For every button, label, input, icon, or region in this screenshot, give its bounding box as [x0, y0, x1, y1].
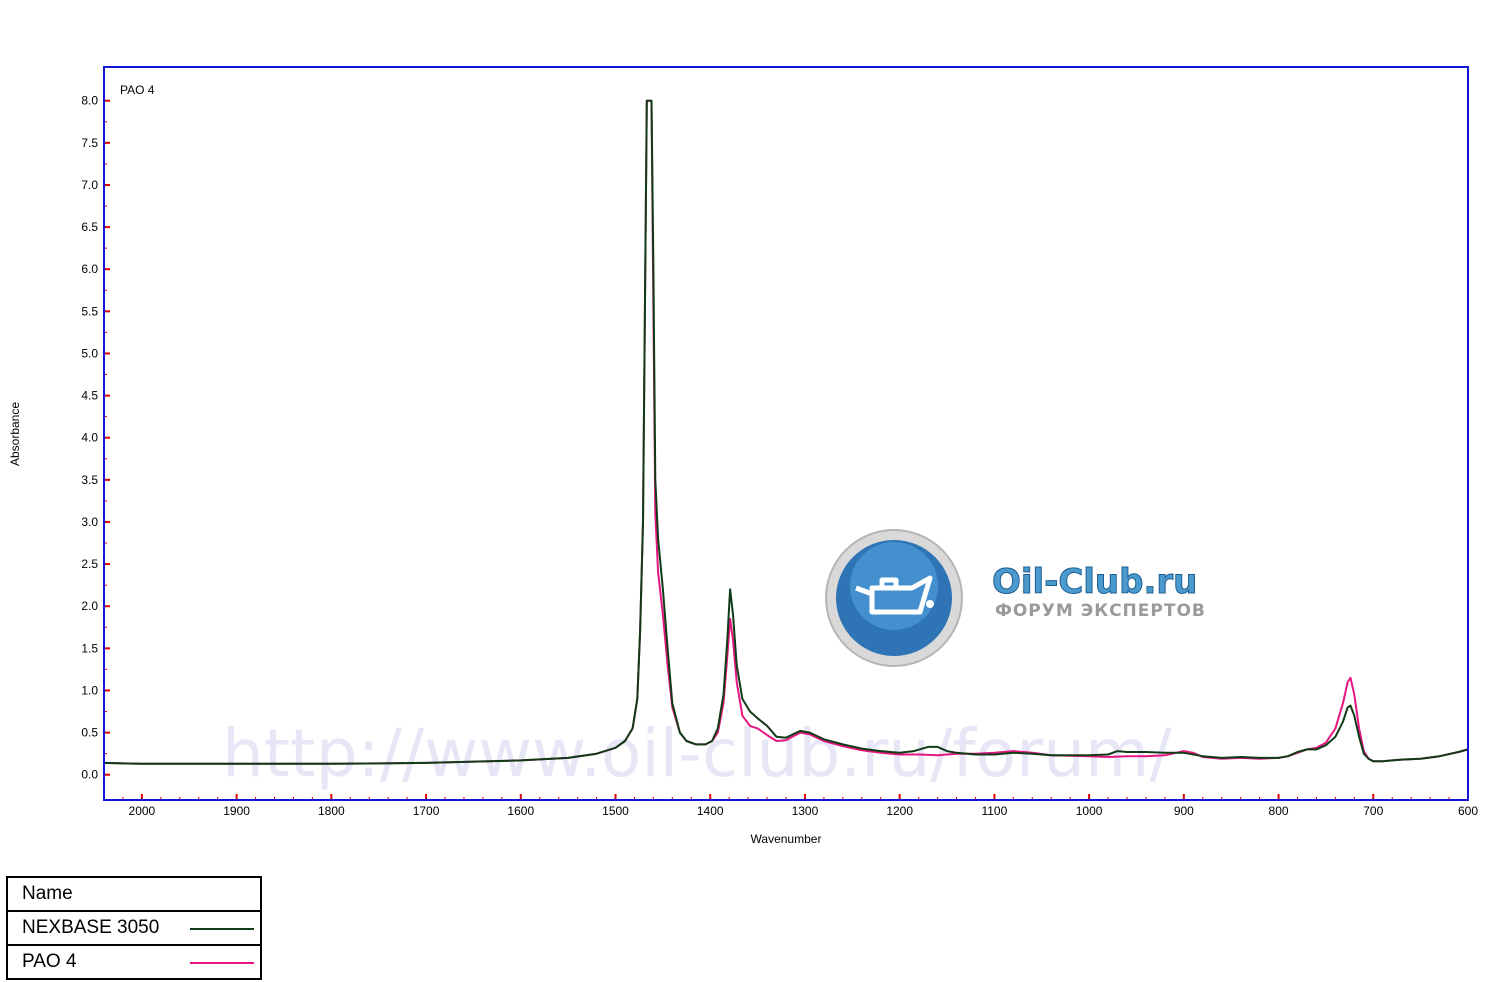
legend-swatch-nexbase: [190, 928, 254, 930]
x-tick-label: 900: [1174, 804, 1194, 818]
legend: Name NEXBASE 3050 PAO 4: [6, 876, 262, 980]
legend-item-label: PAO 4: [22, 951, 77, 972]
y-axis-title: Absorbance: [8, 402, 22, 466]
y-tick-label: 0.0: [81, 768, 98, 782]
plot-label: PAO 4: [120, 83, 155, 97]
legend-item-pao: PAO 4: [8, 944, 260, 978]
y-tick-label: 7.5: [81, 136, 98, 150]
y-tick-label: 2.0: [81, 599, 98, 613]
series-line-nexbase-3050: [103, 99, 1469, 765]
x-tick-label: 1400: [697, 804, 724, 818]
watermark-logo: [825, 529, 963, 667]
axes: 0.0 0.5 1.0 1.5 2.0 2.5 3.0 3.5 4.0 4.5 5.0 5.5 6.0 6…: [81, 94, 1478, 818]
y-tick-label: 7.0: [81, 178, 98, 192]
y-tick-label: 8.0: [81, 94, 98, 108]
legend-header-label: Name: [22, 883, 73, 904]
x-tick-label: 2000: [129, 804, 156, 818]
y-tick-label: 6.0: [81, 262, 98, 276]
y-tick-label: 6.5: [81, 220, 98, 234]
series-line-pao-4: [103, 99, 1469, 765]
x-tick-label: 1600: [507, 804, 534, 818]
legend-item-label: NEXBASE 3050: [22, 917, 160, 938]
legend-item-nexbase: NEXBASE 3050: [8, 910, 260, 944]
x-tick-label: 1000: [1076, 804, 1103, 818]
x-tick-label: 700: [1363, 804, 1383, 818]
x-tick-label: 1500: [602, 804, 629, 818]
plot-frame: [103, 66, 1469, 801]
y-tick-label: 1.5: [81, 641, 98, 655]
chart: http://www.oil-club.ru/forum/ 0.00.51.01…: [8, 66, 1478, 846]
legend-header: Name: [8, 878, 260, 910]
y-tick-label: 3.5: [81, 473, 98, 487]
x-tick-label: 1100: [981, 804, 1007, 818]
series-layer: [103, 99, 1469, 765]
y-tick-label: 1.0: [81, 683, 98, 697]
x-axis-title: Wavenumber: [751, 832, 822, 846]
watermark-title: Oil-Club.ru: [992, 562, 1197, 602]
y-tick-label: 5.0: [81, 346, 98, 360]
y-tick-label: 5.5: [81, 304, 98, 318]
x-tick-label: 800: [1269, 804, 1289, 818]
x-tick-label: 1200: [886, 804, 913, 818]
x-tick-label: 1300: [792, 804, 819, 818]
y-tick-label: 4.0: [81, 431, 98, 445]
y-tick-label: 0.5: [81, 726, 98, 740]
x-tick-label: 600: [1458, 804, 1478, 818]
y-tick-label: 4.5: [81, 389, 98, 403]
y-tick-label: 3.0: [81, 515, 98, 529]
watermark-subtitle: ФОРУМ ЭКСПЕРТОВ: [995, 601, 1206, 621]
legend-swatch-pao: [190, 962, 254, 964]
x-tick-label: 1700: [413, 804, 440, 818]
x-tick-label: 1900: [223, 804, 250, 818]
x-tick-label: 1800: [318, 804, 345, 818]
y-tick-label: 2.5: [81, 557, 98, 571]
